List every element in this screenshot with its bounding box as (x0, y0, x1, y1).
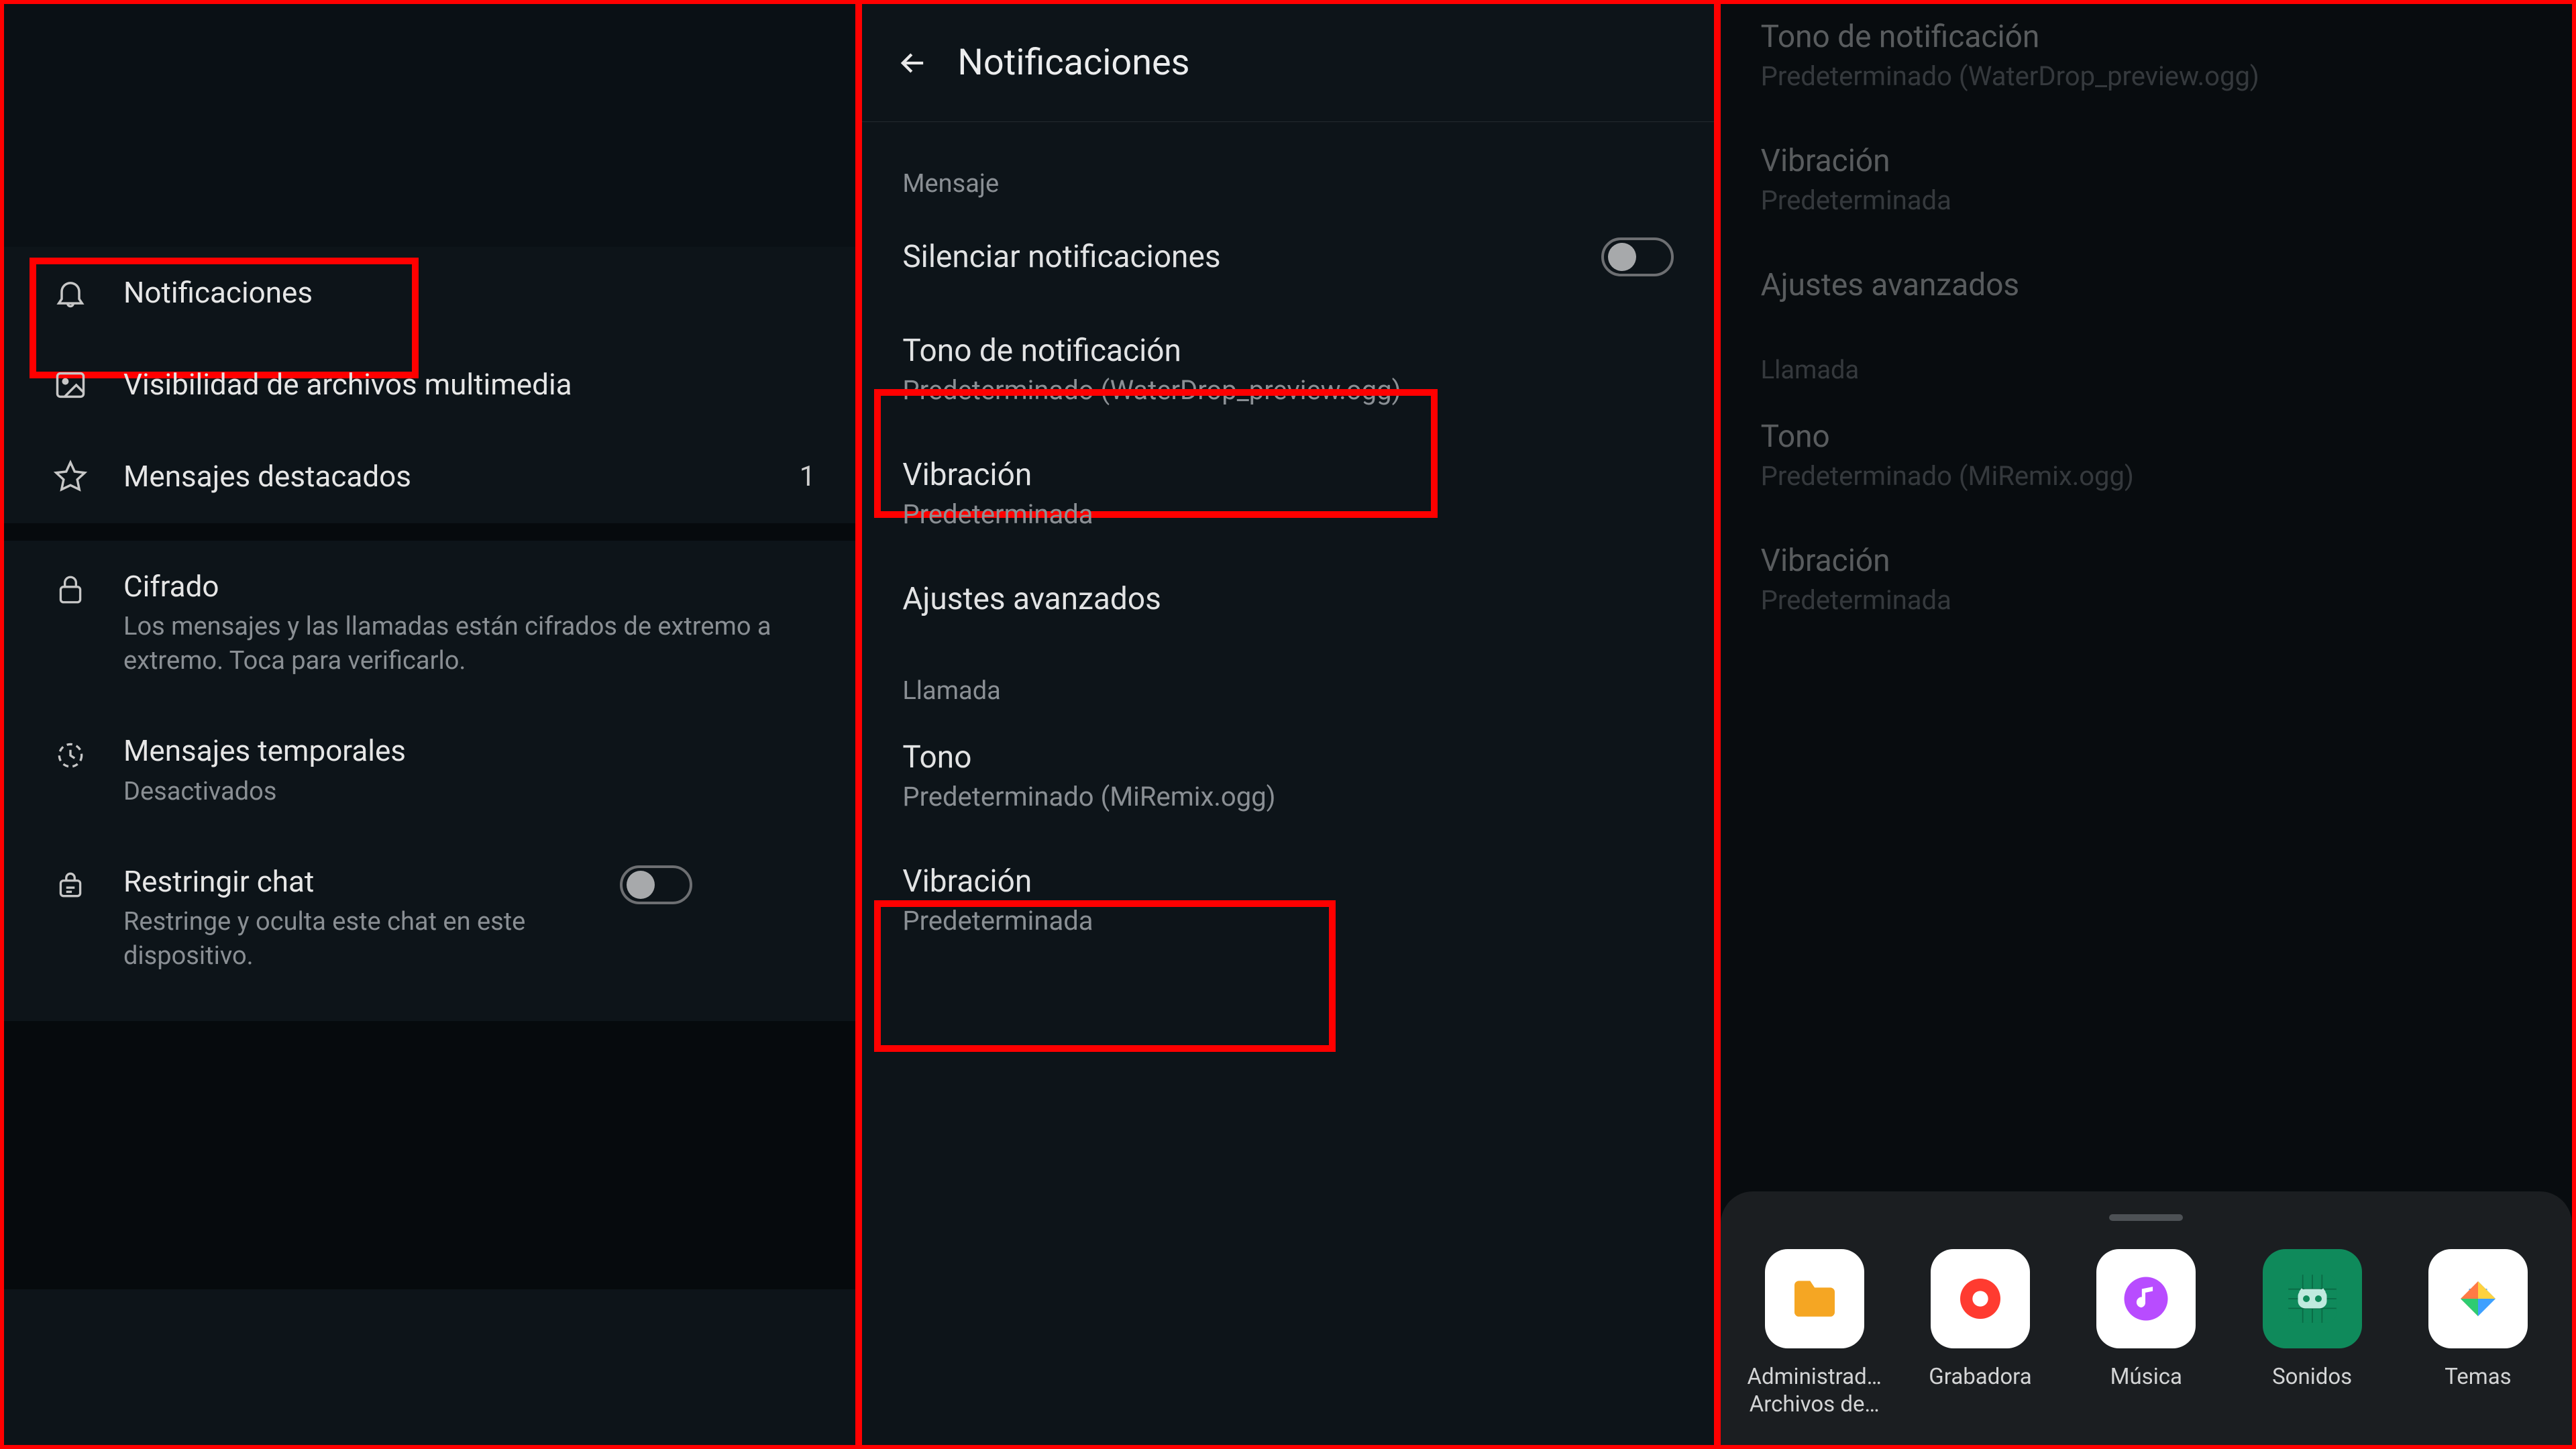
spacer (4, 4, 855, 247)
app-label: Música (2110, 1363, 2182, 1391)
item-tono-notificacion: Tono de notificación Predeterminado (Wat… (1721, 4, 2572, 117)
item-title: Vibración (1761, 543, 2532, 579)
item-subtitle: Predeterminado (MiRemix.ogg) (902, 781, 1673, 812)
image-icon (51, 368, 90, 402)
item-title: Mensajes temporales (123, 732, 822, 770)
item-title: Tono de notificación (1761, 19, 2532, 55)
item-ajustes-avanzados: Ajustes avanzados (1721, 241, 2572, 329)
drawer-handle[interactable] (2109, 1214, 2183, 1221)
panel-notificaciones-overlay: Tono de notificación Predeterminado (Wat… (1721, 4, 2572, 1445)
app-label: Sonidos (2272, 1363, 2352, 1391)
item-restringir[interactable]: Restringir chat Restringe y oculta este … (4, 836, 855, 1001)
count-badge: 1 (800, 460, 816, 493)
item-subtitle: Predeterminado (MiRemix.ogg) (1761, 460, 2532, 492)
app-chooser-drawer[interactable]: Administrad… Archivos de… Grabadora Músi… (1721, 1191, 2572, 1446)
item-title: Restringir chat (123, 863, 586, 901)
back-arrow-icon[interactable] (896, 46, 930, 80)
app-sonidos[interactable]: Sonidos (2237, 1249, 2387, 1419)
item-subtitle: Predeterminado (WaterDrop_preview.ogg) (902, 374, 1673, 406)
timer-icon (51, 732, 90, 771)
item-destacados[interactable]: Mensajes destacados 1 (4, 431, 855, 523)
sounds-icon (2263, 1249, 2362, 1348)
lock-icon (51, 568, 90, 606)
item-title: Notificaciones (123, 274, 822, 312)
item-subtitle: Predeterminada (1761, 184, 2532, 216)
themes-icon (2428, 1249, 2528, 1348)
item-title: Ajustes avanzados (902, 581, 1673, 617)
item-vibracion-msg[interactable]: Vibración Predeterminada (862, 431, 1713, 555)
item-tono-llamada[interactable]: Tono Predeterminado (MiRemix.ogg) (862, 714, 1713, 838)
item-title: Tono de notificación (902, 333, 1673, 369)
app-grabadora[interactable]: Grabadora (1905, 1249, 2055, 1419)
chat-lock-icon (51, 863, 90, 902)
item-vibracion-msg: Vibración Predeterminada (1721, 117, 2572, 241)
item-title: Vibración (902, 457, 1673, 493)
toggle-knob (1608, 243, 1636, 271)
page-title: Notificaciones (957, 42, 1189, 84)
item-visibilidad[interactable]: Visibilidad de archivos multimedia (4, 339, 855, 431)
item-subtitle: Desactivados (123, 775, 822, 809)
panel-notificaciones: Notificaciones Mensaje Silenciar notific… (862, 4, 1713, 1445)
item-subtitle: Predeterminada (902, 498, 1673, 530)
toggle-silenciar[interactable] (1601, 237, 1674, 276)
item-title: Visibilidad de archivos multimedia (123, 366, 822, 404)
item-subtitle: Predeterminado (WaterDrop_preview.ogg) (1761, 60, 2532, 92)
item-title: Tono (1761, 419, 2532, 455)
item-title: Silenciar notificaciones (902, 239, 1220, 275)
item-title: Tono (902, 739, 1673, 775)
background-dimmed: Tono de notificación Predeterminado (Wat… (1721, 4, 2572, 641)
item-title: Vibración (1761, 143, 2532, 179)
item-vibracion-call[interactable]: Vibración Predeterminada (862, 838, 1713, 962)
item-tono-llamada: Tono Predeterminado (MiRemix.ogg) (1721, 393, 2572, 517)
app-musica[interactable]: Música (2071, 1249, 2221, 1419)
item-ajustes-avanzados[interactable]: Ajustes avanzados (862, 555, 1713, 643)
app-temas[interactable]: Temas (2403, 1249, 2553, 1419)
music-icon (2096, 1249, 2196, 1348)
item-vibracion-call: Vibración Predeterminada (1721, 517, 2572, 641)
section-mensaje: Mensaje (862, 122, 1713, 207)
item-title: Mensajes destacados (123, 458, 766, 496)
item-title: Ajustes avanzados (1761, 267, 2532, 303)
app-row: Administrad… Archivos de… Grabadora Músi… (1739, 1249, 2553, 1419)
toggle-knob (627, 871, 655, 899)
section-llamada: Llamada (862, 643, 1713, 714)
app-label: Administrad… Archivos de… (1747, 1363, 1881, 1419)
star-icon (51, 460, 90, 494)
item-notificaciones[interactable]: Notificaciones (4, 247, 855, 339)
item-tono-notificacion[interactable]: Tono de notificación Predeterminado (Wat… (862, 307, 1713, 431)
section-llamada: Llamada (1721, 329, 2572, 393)
item-title: Vibración (902, 863, 1673, 900)
item-subtitle: Los mensajes y las llamadas están cifrad… (123, 610, 822, 679)
toggle-restringir[interactable] (620, 865, 692, 904)
item-temporales[interactable]: Mensajes temporales Desactivados (4, 705, 855, 835)
recorder-icon (1931, 1249, 2030, 1348)
item-title: Cifrado (123, 568, 822, 606)
header: Notificaciones (862, 4, 1713, 122)
item-subtitle: Predeterminada (902, 905, 1673, 936)
panel-chat-settings: Notificaciones Visibilidad de archivos m… (4, 4, 855, 1445)
item-cifrado[interactable]: Cifrado Los mensajes y las llamadas está… (4, 541, 855, 706)
divider (4, 1021, 855, 1289)
item-subtitle: Restringe y oculta este chat en este dis… (123, 905, 586, 974)
bell-icon (51, 276, 90, 311)
item-silenciar[interactable]: Silenciar notificaciones (862, 207, 1713, 307)
app-administrador[interactable]: Administrad… Archivos de… (1739, 1249, 1890, 1419)
item-subtitle: Predeterminada (1761, 584, 2532, 616)
app-label: Temas (2445, 1363, 2512, 1391)
divider (4, 523, 855, 541)
file-manager-icon (1765, 1249, 1864, 1348)
app-label: Grabadora (1929, 1363, 2031, 1391)
